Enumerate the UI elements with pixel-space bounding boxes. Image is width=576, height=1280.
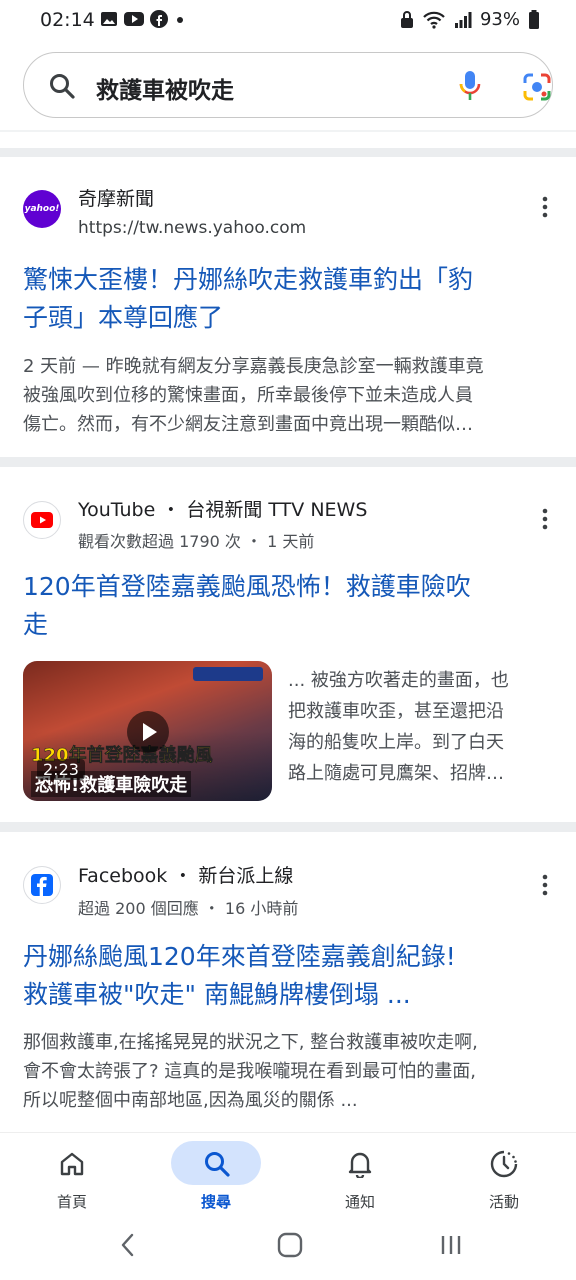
more-vert-icon[interactable] (536, 195, 554, 219)
result-title[interactable]: 驚悚大歪樓！丹娜絲吹走救護車釣出「豹 子頭」本尊回應了 (23, 261, 553, 337)
result-meta: 超過 200 個回應 ・ 16 小時前 (78, 899, 299, 918)
mic-icon[interactable] (458, 70, 482, 102)
source-name: 台視新聞 TTV NEWS (186, 499, 368, 521)
divider (0, 130, 576, 132)
divider (0, 457, 576, 467)
site-url: https://tw.news.yahoo.com (78, 218, 307, 238)
youtube-icon (31, 512, 53, 528)
nav-home[interactable]: 首頁 (22, 1133, 122, 1223)
site-name: 奇摩新聞 (78, 188, 155, 210)
result-snippet: 那個救護車,在搖搖晃晃的狀況之下, 整台救護車被吹走啊, 會不會太誇張了? 這真… (23, 1032, 478, 1111)
search-result-youtube[interactable]: YouTube ・ 台視新聞 TTV NEWS 觀看次數超過 1790 次 ・ … (0, 467, 576, 822)
nav-search[interactable]: 搜尋 (166, 1133, 266, 1223)
facebook-status-icon (150, 10, 168, 28)
divider (0, 148, 576, 157)
gallery-icon (101, 12, 117, 26)
home-button-icon[interactable] (277, 1232, 303, 1258)
back-icon[interactable] (118, 1233, 138, 1257)
home-icon (60, 1152, 84, 1176)
search-icon (50, 74, 75, 99)
search-bar[interactable]: 救護車被吹走 (23, 52, 553, 118)
divider (0, 822, 576, 832)
video-thumbnail[interactable]: 120年首登陸嘉義颱風 恐怖!救護車險吹走 2:23 (23, 661, 272, 801)
status-bar: 02:14 93% (0, 0, 576, 40)
recents-icon[interactable] (440, 1233, 462, 1257)
search-result-yahoo[interactable]: yahoo! 奇摩新聞 https://tw.news.yahoo.com 驚悚… (0, 157, 576, 457)
more-vert-icon[interactable] (536, 873, 554, 897)
youtube-favicon (23, 501, 61, 539)
wifi-icon (423, 11, 445, 29)
video-duration: 2:23 (37, 759, 85, 780)
result-title[interactable]: 丹娜絲颱風120年來首登陸嘉義創紀錄! 救護車被"吹走" 南鯤鯓牌樓倒塌 ... (23, 938, 553, 1014)
lens-icon[interactable] (523, 73, 551, 101)
yahoo-favicon: yahoo! (23, 190, 61, 228)
result-snippet: 2 天前 — 昨晚就有網友分享嘉義長庚急診室一輛救護車竟 被強風吹到位移的驚悚畫… (23, 356, 484, 435)
youtube-status-icon (124, 12, 144, 26)
bell-icon (348, 1152, 372, 1178)
play-icon (143, 723, 157, 741)
site-name: YouTube (78, 499, 156, 521)
nav-notifications[interactable]: 通知 (310, 1133, 410, 1223)
source-name: 新台派上線 (198, 865, 294, 887)
result-snippet: ... 被強方吹著走的畫面，也 把救護車吹歪，甚至還把沿 海的船隻吹上岸。到了白… (288, 670, 509, 784)
signal-icon (454, 11, 472, 28)
facebook-favicon (23, 866, 61, 904)
more-vert-icon[interactable] (536, 507, 554, 531)
status-time: 02:14 (40, 9, 95, 31)
bottom-navigation: 首頁 搜尋 通知 活動 (0, 1132, 576, 1222)
site-name: Facebook (78, 865, 168, 887)
battery-icon (529, 9, 539, 29)
facebook-icon (31, 874, 53, 896)
search-query[interactable]: 救護車被吹走 (96, 71, 234, 105)
dot-icon (177, 17, 183, 23)
activity-icon (490, 1150, 518, 1178)
lock-icon (400, 10, 413, 28)
result-meta: 觀看次數超過 1790 次 ・ 1 天前 (78, 532, 315, 551)
play-button[interactable] (127, 711, 169, 753)
search-result-facebook[interactable]: Facebook ・ 新台派上線 超過 200 個回應 ・ 16 小時前 丹娜絲… (0, 832, 576, 1132)
system-navigation-bar (0, 1222, 576, 1280)
search-icon (205, 1152, 230, 1177)
nav-activity[interactable]: 活動 (454, 1133, 554, 1223)
result-title[interactable]: 120年首登陸嘉義颱風恐怖！救護車險吹 走 (23, 568, 553, 644)
battery-percent: 93% (479, 9, 520, 30)
